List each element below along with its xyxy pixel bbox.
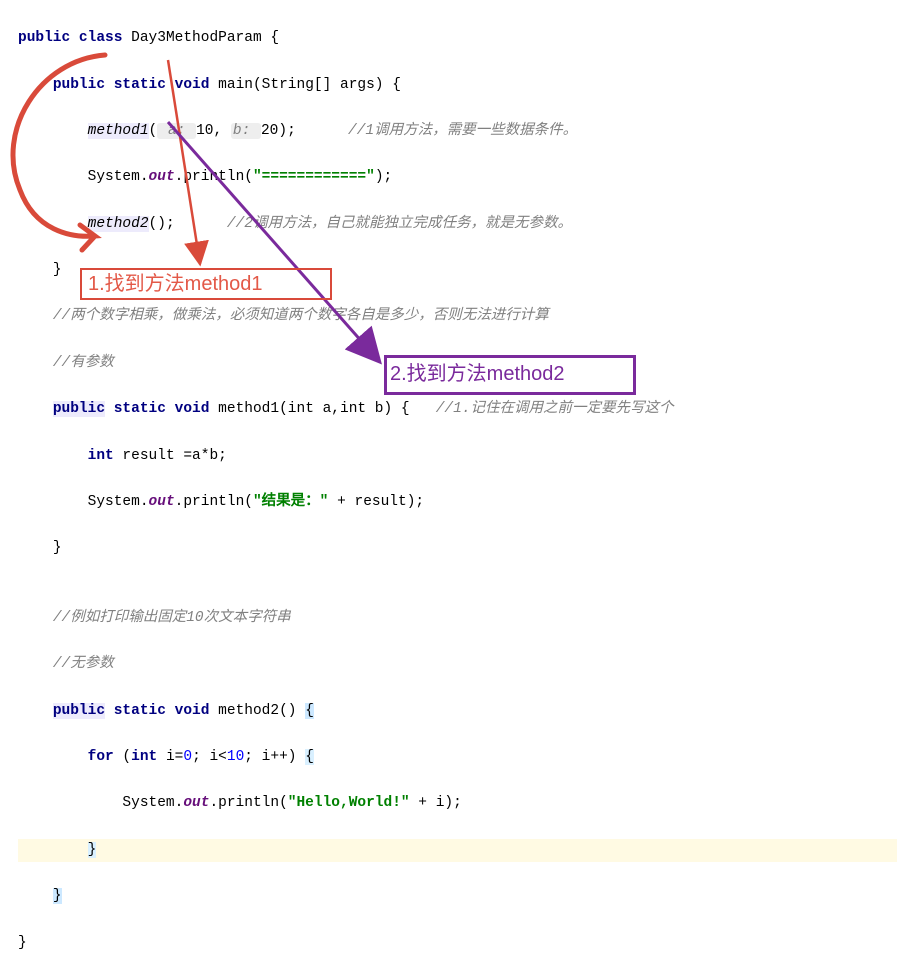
code-line: //两个数字相乘，做乘法，必须知道两个数字各自是多少，否则无法进行计算 (18, 305, 897, 328)
class-name: Day3MethodParam (131, 30, 262, 46)
string-literal: "Hello,World!" (288, 795, 410, 811)
code-editor[interactable]: public class Day3MethodParam { public st… (0, 0, 897, 978)
method-name: method1 (218, 401, 279, 417)
code-line: public static void method2() { (18, 700, 897, 723)
code-line: } (18, 839, 897, 862)
code-line: } (18, 537, 897, 560)
comment: //1调用方法，需要一些数据条件。 (348, 123, 577, 139)
comment: //例如打印输出固定10次文本字符串 (53, 610, 291, 626)
annotation-text-1: 1.找到方法method1 (88, 268, 263, 300)
code-line: //无参数 (18, 653, 897, 676)
annotation-text-2: 2.找到方法method2 (390, 358, 565, 390)
code-line: public class Day3MethodParam { (18, 27, 897, 50)
string-literal: "结果是：" (253, 494, 328, 510)
string-literal: "============" (253, 169, 375, 185)
param-hint: b: (231, 123, 261, 139)
code-line: method2(); //2调用方法，自己就能独立完成任务，就是无参数。 (18, 213, 897, 236)
comment: //有参数 (53, 355, 114, 371)
comment: //两个数字相乘，做乘法，必须知道两个数字各自是多少，否则无法进行计算 (53, 308, 549, 324)
code-line: //例如打印输出固定10次文本字符串 (18, 607, 897, 630)
code-line: public static void method1(int a,int b) … (18, 398, 897, 421)
comment: //无参数 (53, 656, 114, 672)
code-line: for (int i=0; i<10; i++) { (18, 746, 897, 769)
code-line: System.out.println("============"); (18, 166, 897, 189)
method-call: method2 (88, 216, 149, 232)
keyword: class (79, 30, 123, 46)
param-hint: a: (157, 123, 196, 139)
method-name: method2 (218, 703, 279, 719)
code-line: public static void main(String[] args) { (18, 74, 897, 97)
code-line: } (18, 885, 897, 908)
code-line: int result =a*b; (18, 445, 897, 468)
code-line: method1( a: 10, b: 20); //1调用方法，需要一些数据条件… (18, 120, 897, 143)
keyword: public (18, 30, 70, 46)
comment: //1.记住在调用之前一定要先写这个 (436, 401, 674, 417)
code-line: } (18, 932, 897, 955)
code-line: System.out.println("Hello,World!" + i); (18, 792, 897, 815)
method-call: method1 (88, 123, 149, 139)
comment: //2调用方法，自己就能独立完成任务，就是无参数。 (227, 216, 572, 232)
code-line: System.out.println("结果是：" + result); (18, 491, 897, 514)
